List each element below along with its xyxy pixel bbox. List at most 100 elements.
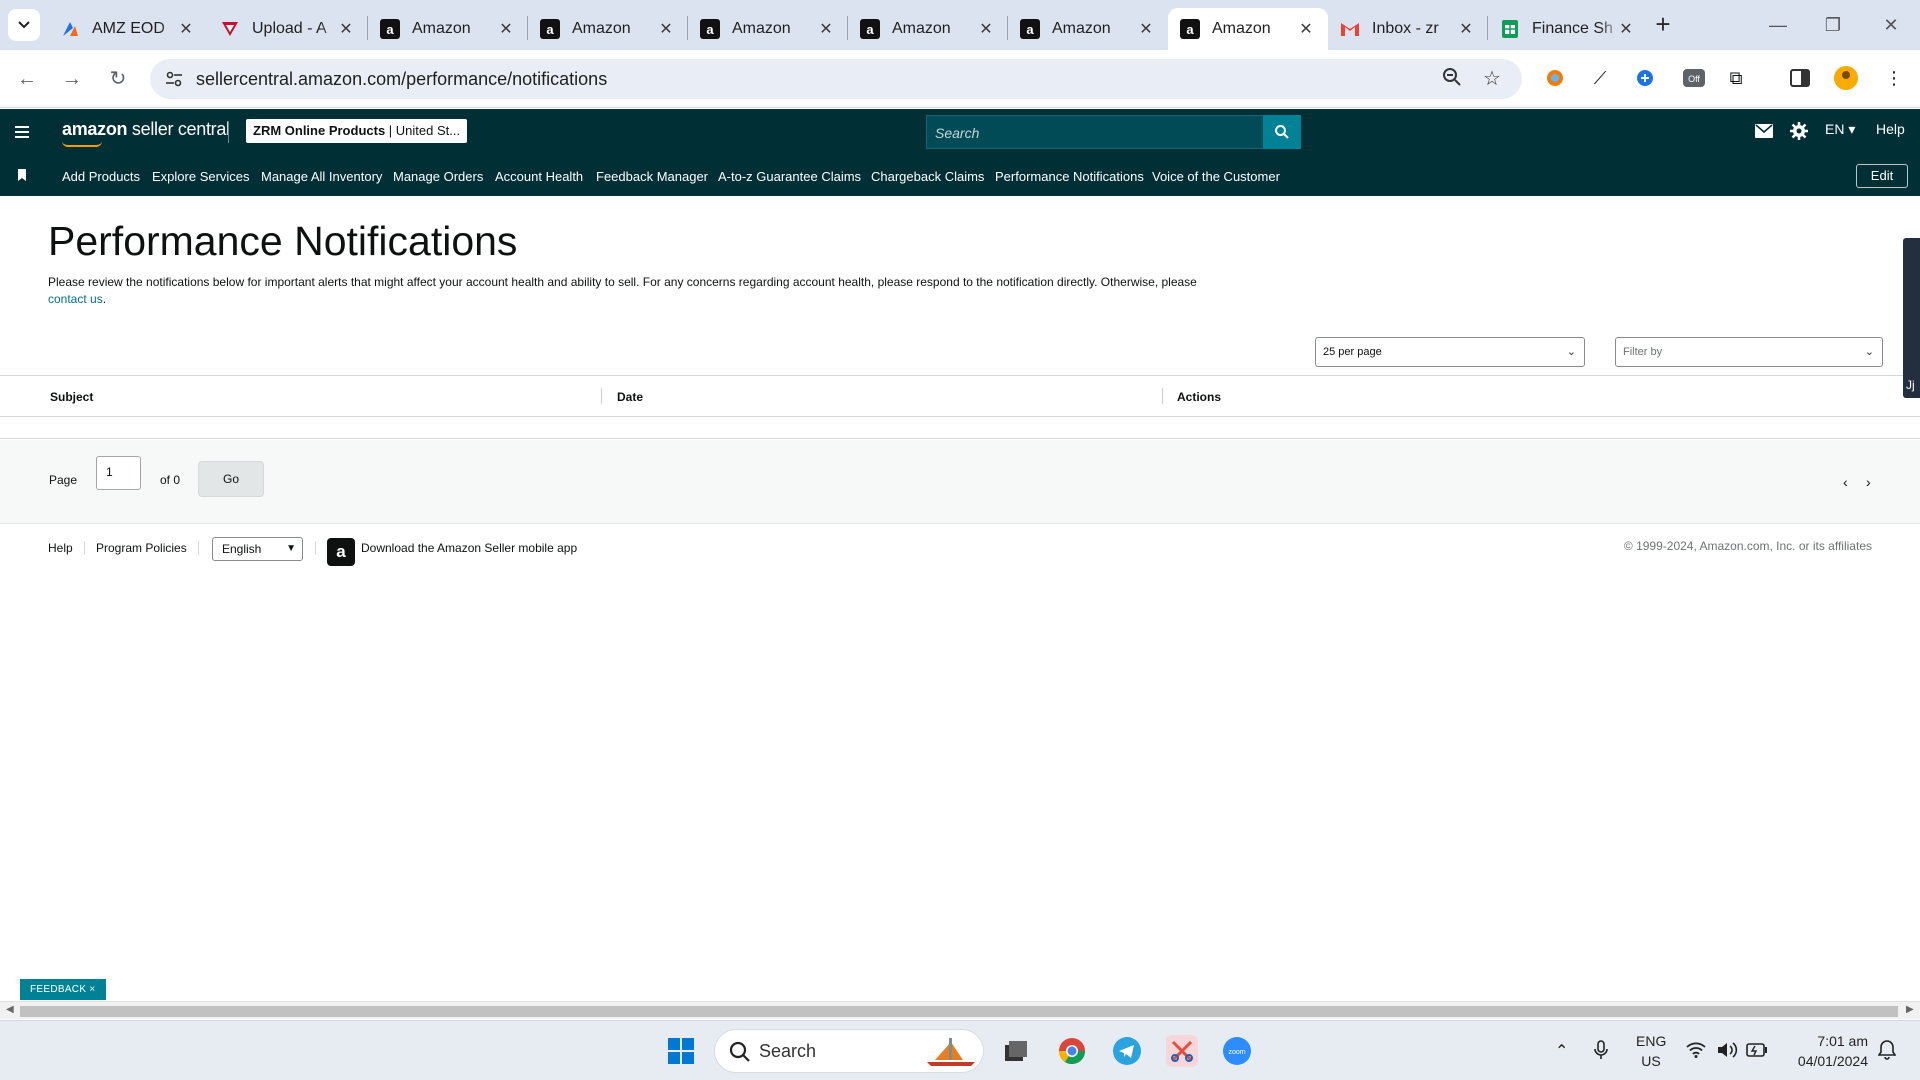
microphone-icon[interactable] xyxy=(1594,1040,1608,1060)
close-icon[interactable]: ✕ xyxy=(816,19,836,39)
close-icon[interactable]: ✕ xyxy=(1296,19,1316,39)
bookmark-star-icon[interactable]: ☆ xyxy=(1480,67,1504,91)
language-selector[interactable]: EN ▾ xyxy=(1825,121,1855,138)
close-icon[interactable]: ✕ xyxy=(176,19,196,39)
amazon-icon: a xyxy=(1180,19,1200,39)
account-switcher[interactable]: ZRM Online Products | United St... xyxy=(246,119,468,143)
browser-tab[interactable]: a Amazon ✕ xyxy=(688,8,848,50)
nav-explore-services[interactable]: Explore Services xyxy=(152,169,250,184)
browser-tab-active[interactable]: a Amazon ✕ xyxy=(1168,8,1328,50)
side-panel-icon[interactable] xyxy=(1786,64,1814,92)
forward-arrow-icon[interactable]: → xyxy=(57,64,87,94)
help-link[interactable]: Help xyxy=(1876,121,1905,137)
bookmark-icon[interactable] xyxy=(17,169,27,181)
nav-manage-orders[interactable]: Manage Orders xyxy=(393,169,483,184)
reload-icon[interactable]: ↻ xyxy=(103,64,133,94)
search-button[interactable] xyxy=(1263,115,1301,149)
taskbar-search[interactable]: Search xyxy=(714,1029,984,1073)
browser-tab[interactable]: Upload - A ✕ xyxy=(208,8,368,50)
browser-tab[interactable]: a Amazon ✕ xyxy=(368,8,528,50)
close-icon[interactable]: ✕ xyxy=(1616,19,1636,39)
column-actions[interactable]: Actions xyxy=(1177,390,1221,404)
mail-icon[interactable] xyxy=(1755,124,1773,138)
per-page-select[interactable]: 25 per page ⌄ xyxy=(1315,337,1585,367)
extension-cursor-icon[interactable]: ⟋ xyxy=(1586,64,1614,92)
hamburger-menu-icon[interactable] xyxy=(12,122,32,142)
download-app-link[interactable]: Download the Amazon Seller mobile app xyxy=(361,541,577,555)
close-icon[interactable]: ✕ xyxy=(976,19,996,39)
feedback-button[interactable]: FEEDBACK × xyxy=(20,979,106,1000)
windows-start-icon[interactable] xyxy=(665,1035,697,1067)
seller-central-logo[interactable]: amazon seller central xyxy=(62,119,230,140)
nav-a-to-z-claims[interactable]: A-to-z Guarantee Claims xyxy=(718,169,861,184)
snipping-tool-icon[interactable] xyxy=(1166,1035,1198,1067)
browser-tab[interactable]: a Amazon ✕ xyxy=(528,8,688,50)
close-icon[interactable]: ✕ xyxy=(496,19,516,39)
close-icon[interactable]: ✕ xyxy=(1456,19,1476,39)
page-number-input[interactable]: 1 xyxy=(96,456,141,490)
tab-search-button[interactable] xyxy=(8,9,40,41)
new-tab-button[interactable]: + xyxy=(1648,10,1678,40)
column-subject[interactable]: Subject xyxy=(50,390,93,404)
nav-feedback-manager[interactable]: Feedback Manager xyxy=(596,169,708,184)
edit-nav-button[interactable]: Edit xyxy=(1856,164,1908,188)
nav-voice-of-customer[interactable]: Voice of the Customer xyxy=(1152,169,1280,184)
close-icon[interactable]: ✕ xyxy=(336,19,356,39)
wifi-icon[interactable] xyxy=(1686,1042,1706,1058)
scroll-left-icon[interactable]: ◀ xyxy=(6,1004,14,1015)
task-view-icon[interactable] xyxy=(1000,1035,1032,1067)
telegram-icon[interactable] xyxy=(1111,1035,1143,1067)
filter-by-select[interactable]: Filter by ⌄ xyxy=(1615,337,1883,367)
zoom-icon[interactable] xyxy=(1440,67,1464,91)
back-arrow-icon[interactable]: ← xyxy=(12,64,42,94)
amazon-icon: a xyxy=(1020,19,1040,39)
go-button[interactable]: Go xyxy=(198,461,264,497)
extension-blue-icon[interactable] xyxy=(1631,64,1659,92)
battery-icon[interactable] xyxy=(1746,1043,1768,1057)
next-page-icon[interactable]: › xyxy=(1866,474,1871,490)
profile-avatar[interactable] xyxy=(1832,64,1860,92)
browser-tab[interactable]: Inbox - zr ✕ xyxy=(1328,8,1488,50)
nav-add-products[interactable]: Add Products xyxy=(62,169,140,184)
scrollbar-thumb[interactable] xyxy=(20,1006,1898,1017)
search-input[interactable]: Search xyxy=(926,115,1300,149)
scroll-right-icon[interactable]: ▶ xyxy=(1906,1004,1914,1015)
minimize-icon[interactable]: — xyxy=(1758,10,1798,40)
zoom-app-icon[interactable]: zoom xyxy=(1221,1035,1253,1067)
system-clock[interactable]: 7:01 am 04/01/2024 xyxy=(1784,1031,1868,1071)
gear-icon[interactable] xyxy=(1790,122,1808,140)
extension-off-icon[interactable]: Off xyxy=(1680,64,1708,92)
browser-tab[interactable]: AMZ EOD ✕ xyxy=(48,8,208,50)
chrome-icon[interactable] xyxy=(1056,1035,1088,1067)
close-icon[interactable]: ✕ xyxy=(1136,19,1156,39)
nav-manage-all-inventory[interactable]: Manage All Inventory xyxy=(261,169,382,184)
tray-overflow-icon[interactable]: ⌃ xyxy=(1555,1041,1568,1061)
nav-account-health[interactable]: Account Health xyxy=(495,169,583,184)
browser-tab[interactable]: a Amazon ✕ xyxy=(1008,8,1168,50)
close-window-icon[interactable]: ✕ xyxy=(1871,10,1911,40)
close-icon[interactable]: ✕ xyxy=(656,19,676,39)
omnibox[interactable]: sellercentral.amazon.com/performance/not… xyxy=(150,59,1522,99)
nav-chargeback-claims[interactable]: Chargeback Claims xyxy=(871,169,984,184)
side-panel-tab[interactable]: Jj xyxy=(1903,238,1920,398)
footer-help-link[interactable]: Help xyxy=(48,541,73,555)
restore-icon[interactable]: ❐ xyxy=(1813,10,1853,40)
horizontal-scrollbar[interactable]: ◀ ▶ xyxy=(0,1001,1920,1019)
contact-us-link[interactable]: contact us xyxy=(48,292,103,306)
tab-title: Inbox - zr xyxy=(1372,20,1439,37)
volume-icon[interactable] xyxy=(1716,1041,1738,1059)
browser-tab[interactable]: a Amazon ✕ xyxy=(848,8,1008,50)
extension-orange-icon[interactable] xyxy=(1541,64,1569,92)
column-date[interactable]: Date xyxy=(617,390,643,404)
notification-bell-icon[interactable] xyxy=(1878,1040,1896,1060)
nav-performance-notifications[interactable]: Performance Notifications xyxy=(995,169,1144,184)
input-language-indicator[interactable]: ENG US xyxy=(1636,1031,1666,1071)
extensions-puzzle-icon[interactable]: ⧉ xyxy=(1722,64,1750,92)
browser-tab[interactable]: Finance Sh ✕ xyxy=(1488,8,1648,50)
amazon-icon: a xyxy=(380,19,400,39)
previous-page-icon[interactable]: ‹ xyxy=(1843,474,1848,490)
program-policies-link[interactable]: Program Policies xyxy=(96,541,187,555)
browser-menu-icon[interactable]: ⋮ xyxy=(1880,64,1908,92)
site-settings-icon[interactable] xyxy=(164,69,184,89)
footer-language-select[interactable]: English ▼ xyxy=(212,537,303,561)
